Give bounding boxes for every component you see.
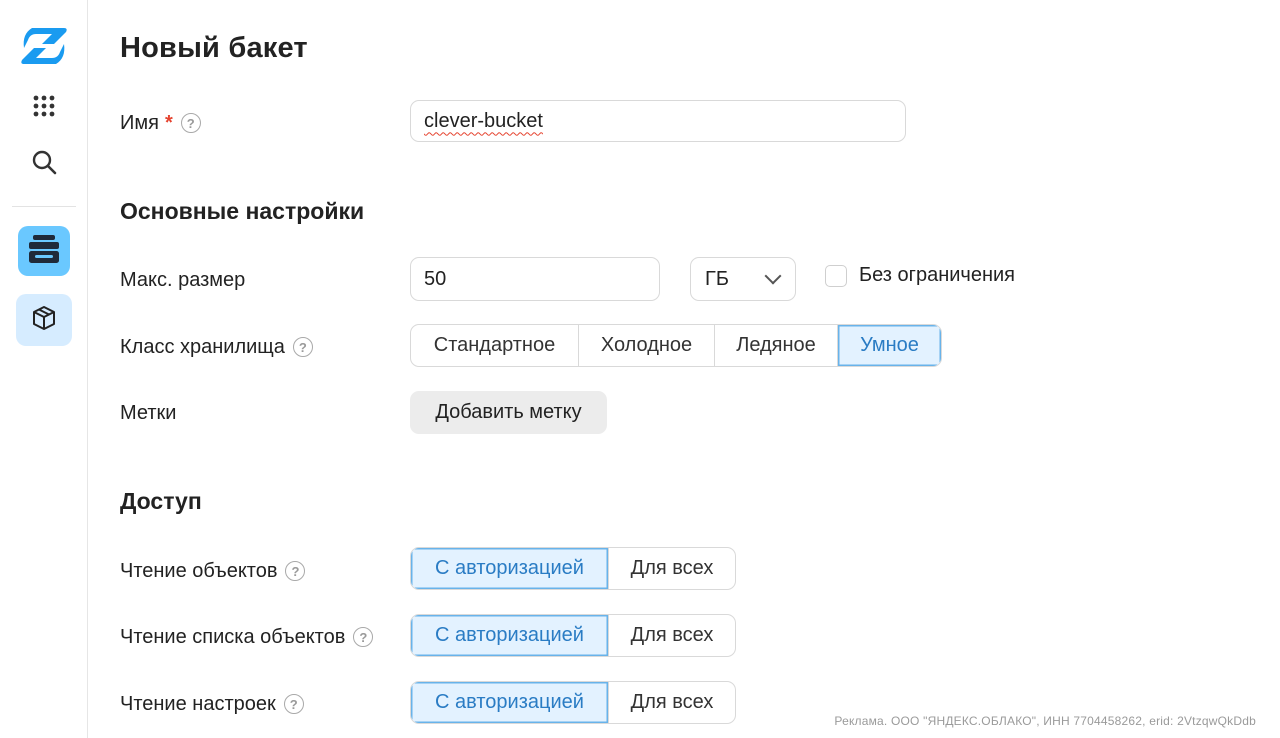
max-size-label: Макс. размер	[120, 265, 245, 295]
read-list-selector: С авторизацией Для всех	[410, 614, 736, 657]
access-row-label: Чтение списка объектов ?	[120, 622, 374, 652]
help-icon[interactable]: ?	[283, 694, 304, 714]
max-size-label-text: Макс. размер	[120, 268, 246, 291]
no-limit-checkbox[interactable]	[825, 264, 847, 287]
help-icon[interactable]: ?	[353, 627, 374, 647]
read-objects-label: Чтение объектов	[120, 559, 278, 582]
storage-class-standard[interactable]: Стандартное	[411, 325, 579, 366]
tags-label-text: Метки	[120, 401, 177, 424]
no-limit-label: Без ограничения	[859, 264, 1016, 286]
storage-class-ice[interactable]: Ледяное	[715, 325, 838, 366]
sidebar-item-storage[interactable]	[18, 226, 70, 276]
max-size-input[interactable]: 50	[410, 257, 660, 301]
package-icon	[31, 305, 57, 336]
ad-disclaimer: Реклама. ООО "ЯНДЕКС.ОБЛАКО", ИНН 770445…	[834, 714, 1256, 728]
read-settings-auth[interactable]: С авторизацией	[411, 682, 609, 723]
read-settings-public[interactable]: Для всех	[609, 682, 735, 723]
cloud-logo-icon[interactable]	[18, 24, 70, 68]
read-objects-selector: С авторизацией Для всех	[410, 547, 736, 590]
read-objects-public[interactable]: Для всех	[609, 548, 735, 589]
storage-class-selector: Стандартное Холодное Ледяное Умное	[410, 324, 942, 367]
name-label: Имя * ?	[120, 108, 201, 138]
chevron-down-icon	[764, 267, 782, 285]
read-list-label: Чтение списка объектов	[120, 625, 346, 648]
page-title: Новый бакет	[120, 32, 308, 64]
add-tag-button[interactable]: Добавить метку	[410, 391, 607, 434]
tags-label: Метки	[120, 398, 176, 428]
basic-settings-title: Основные настройки	[120, 198, 365, 224]
storage-class-label-text: Класс хранилища	[120, 335, 285, 358]
help-icon[interactable]: ?	[180, 113, 201, 133]
access-row-label: Чтение настроек ?	[120, 689, 304, 719]
no-limit-checkbox-row[interactable]: Без ограничения	[825, 264, 1015, 287]
size-unit-value: ГБ	[705, 267, 729, 290]
read-list-public[interactable]: Для всех	[609, 615, 735, 656]
access-title: Доступ	[120, 488, 202, 514]
storage-class-label: Класс хранилища ?	[120, 332, 313, 362]
name-input[interactable]: clever-bucket	[410, 100, 906, 142]
read-objects-auth[interactable]: С авторизацией	[411, 548, 609, 589]
name-input-value: clever-bucket	[424, 109, 543, 132]
apps-grid-icon[interactable]	[30, 92, 58, 120]
size-unit-select[interactable]: ГБ	[690, 257, 796, 301]
required-mark: *	[164, 111, 173, 134]
read-settings-label: Чтение настроек	[120, 692, 276, 715]
search-icon[interactable]	[30, 148, 58, 176]
storage-icon	[27, 233, 61, 270]
sidebar-item-package[interactable]	[16, 294, 72, 346]
max-size-value: 50	[424, 267, 447, 290]
main-content: Новый бакет Имя * ? clever-bucket Основн…	[120, 0, 1280, 738]
name-label-text: Имя	[120, 111, 159, 134]
sidebar-divider	[12, 206, 76, 207]
storage-class-cold[interactable]: Холодное	[579, 325, 715, 366]
access-row-label: Чтение объектов ?	[120, 556, 306, 586]
storage-class-smart[interactable]: Умное	[838, 325, 941, 366]
help-icon[interactable]: ?	[285, 561, 306, 581]
sidebar	[0, 0, 88, 738]
read-settings-selector: С авторизацией Для всех	[410, 681, 736, 724]
read-list-auth[interactable]: С авторизацией	[411, 615, 609, 656]
help-icon[interactable]: ?	[292, 337, 313, 357]
